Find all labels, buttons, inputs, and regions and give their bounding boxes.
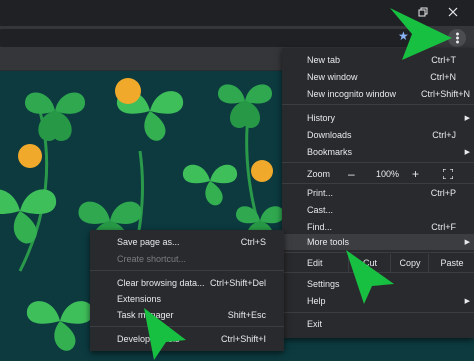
menu-item-clear-browsing-data[interactable]: Clear browsing data... Ctrl+Shift+Del xyxy=(90,275,284,291)
exit-label: Exit xyxy=(307,319,323,329)
cast-label: Cast... xyxy=(307,205,334,215)
paste-button[interactable]: Paste xyxy=(428,254,474,272)
fullscreen-icon[interactable] xyxy=(443,169,453,179)
menu-divider xyxy=(282,183,474,184)
clear-data-shortcut: Ctrl+Shift+Del xyxy=(209,278,266,288)
menu-item-create-shortcut: Create shortcut... xyxy=(90,251,284,267)
print-shortcut: Ctrl+P xyxy=(430,188,456,198)
history-label: History xyxy=(307,113,336,123)
settings-label: Settings xyxy=(307,279,340,289)
task-manager-shortcut: Shift+Esc xyxy=(227,310,266,320)
zoom-level: 100% xyxy=(376,169,400,179)
menu-item-new-incognito-window[interactable]: New incognito window Ctrl+Shift+N xyxy=(282,86,474,102)
address-bar[interactable] xyxy=(0,29,414,47)
menu-divider xyxy=(282,312,474,313)
bookmarks-label: Bookmarks xyxy=(307,147,353,157)
menu-item-save-page[interactable]: Save page as... Ctrl+S xyxy=(90,234,284,250)
menu-divider xyxy=(282,104,474,105)
menu-item-history[interactable]: History ▶ xyxy=(282,110,474,126)
menu-item-find[interactable]: Find... Ctrl+F xyxy=(282,219,474,235)
new-incognito-shortcut: Ctrl+Shift+N xyxy=(420,89,470,99)
developer-tools-shortcut: Ctrl+Shift+I xyxy=(220,334,266,344)
menu-item-cast[interactable]: Cast... xyxy=(282,202,474,218)
menu-item-print[interactable]: Print... Ctrl+P xyxy=(282,185,474,201)
menu-item-new-window[interactable]: New window Ctrl+N xyxy=(282,69,474,85)
downloads-label: Downloads xyxy=(307,130,352,140)
save-page-shortcut: Ctrl+S xyxy=(240,237,266,247)
zoom-out-button[interactable]: – xyxy=(348,167,355,181)
print-label: Print... xyxy=(307,188,334,198)
menu-item-exit[interactable]: Exit xyxy=(282,316,474,332)
pointer-arrow-icon xyxy=(144,308,186,360)
submenu-arrow-icon: ▶ xyxy=(464,115,470,122)
new-window-shortcut: Ctrl+N xyxy=(430,72,456,82)
edit-label: Edit xyxy=(307,258,323,268)
clear-data-label: Clear browsing data... xyxy=(117,278,205,288)
menu-item-bookmarks[interactable]: Bookmarks ▶ xyxy=(282,144,474,160)
extensions-label: Extensions xyxy=(117,294,162,304)
menu-divider xyxy=(282,162,474,163)
zoom-in-button[interactable]: + xyxy=(412,167,419,181)
menu-divider xyxy=(90,270,284,271)
pointer-arrow-icon xyxy=(346,250,394,304)
new-window-label: New window xyxy=(307,72,358,82)
zoom-label: Zoom xyxy=(307,169,331,179)
find-label: Find... xyxy=(307,222,333,232)
submenu-arrow-icon: ▶ xyxy=(464,149,470,156)
create-shortcut-label: Create shortcut... xyxy=(117,254,187,264)
save-page-label: Save page as... xyxy=(117,237,180,247)
menu-item-downloads[interactable]: Downloads Ctrl+J xyxy=(282,127,474,143)
submenu-arrow-icon: ▶ xyxy=(464,239,470,246)
new-incognito-label: New incognito window xyxy=(307,89,397,99)
help-label: Help xyxy=(307,296,326,306)
submenu-arrow-icon: ▶ xyxy=(464,298,470,305)
pointer-arrow-icon xyxy=(390,8,452,60)
downloads-shortcut: Ctrl+J xyxy=(432,130,456,140)
new-tab-label: New tab xyxy=(307,55,341,65)
find-shortcut: Ctrl+F xyxy=(431,222,456,232)
